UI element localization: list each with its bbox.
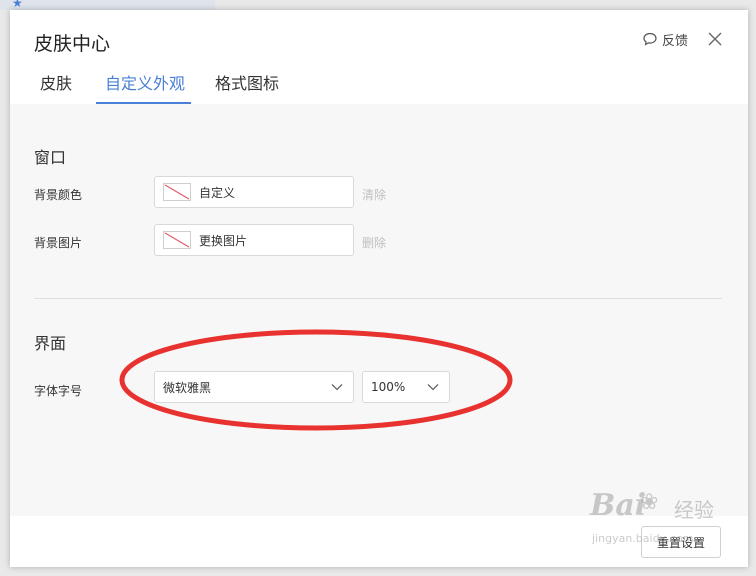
delete-image-button[interactable]: 删除 <box>362 234 386 251</box>
window-section-title: 窗口 <box>34 148 67 167</box>
close-icon <box>708 32 722 46</box>
background-image-picker[interactable]: 更换图片 <box>154 224 354 256</box>
background-image-label: 背景图片 <box>34 236 83 250</box>
clear-color-button[interactable]: 清除 <box>362 186 386 203</box>
tab-skin[interactable]: 皮肤 <box>40 72 72 104</box>
star-icon: ★ <box>12 0 23 10</box>
tab-custom-appearance[interactable]: 自定义外观 <box>105 72 185 104</box>
background-color-picker[interactable]: 自定义 <box>154 176 354 208</box>
close-button[interactable] <box>705 29 725 49</box>
section-divider <box>34 298 722 299</box>
background-window-strip: ★ <box>0 0 215 10</box>
interface-section-title: 界面 <box>34 334 67 353</box>
feedback-label: 反馈 <box>662 33 689 49</box>
tab-bar: 皮肤 自定义外观 格式图标 <box>10 68 748 104</box>
speech-bubble-icon <box>643 32 657 46</box>
dialog-footer: 重置设置 <box>10 516 748 567</box>
dialog-title: 皮肤中心 <box>34 33 111 55</box>
settings-panel: 窗口 背景颜色 自定义 清除 背景图片 更换图片 删除 界面 字体字号 微软雅黑 <box>10 104 748 516</box>
font-label: 字体字号 <box>34 384 83 398</box>
empty-swatch-icon <box>163 183 191 201</box>
background-color-value: 自定义 <box>199 185 236 200</box>
skin-center-dialog: 皮肤中心 反馈 皮肤 自定义外观 格式图标 窗口 背景颜色 自定义 清除 背景图… <box>10 10 748 567</box>
empty-swatch-icon <box>163 231 191 249</box>
feedback-button[interactable]: 反馈 <box>642 29 688 49</box>
tab-format-icons[interactable]: 格式图标 <box>215 72 279 104</box>
background-color-label: 背景颜色 <box>34 188 83 202</box>
background-image-value: 更换图片 <box>199 233 248 248</box>
reset-settings-button[interactable]: 重置设置 <box>641 526 721 558</box>
red-ellipse-annotation <box>119 329 513 431</box>
